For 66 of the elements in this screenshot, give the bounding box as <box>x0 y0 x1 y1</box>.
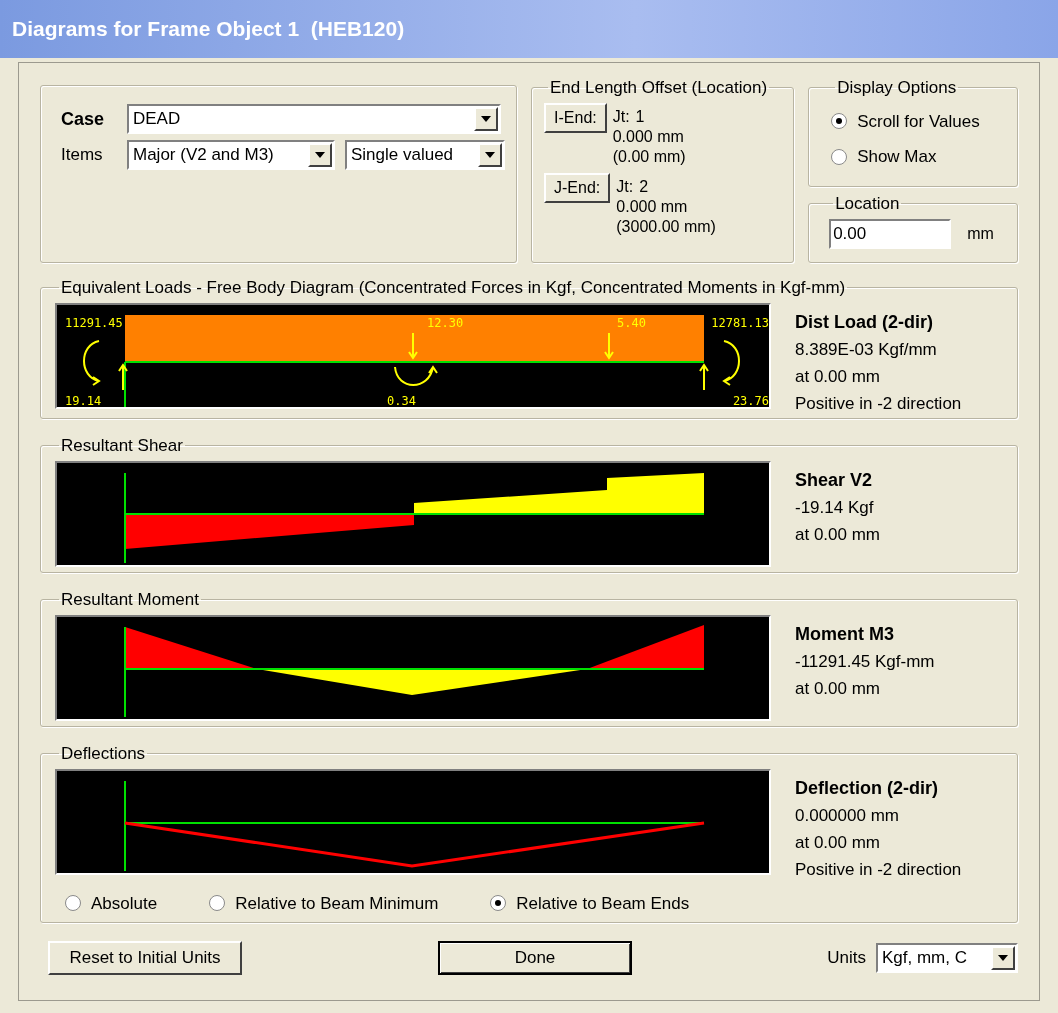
load-value: 11291.45 <box>65 315 123 330</box>
moment-arrow-icon <box>83 339 100 386</box>
load-value: 23.76 <box>732 393 769 408</box>
offset-value: 0.000 mm <box>616 196 689 217</box>
force-arrow-icon <box>604 331 614 360</box>
readout-value: at 0.00 mm <box>795 677 882 700</box>
dropdown[interactable]: Major (V2 and M3) <box>127 140 335 170</box>
readout-title: Shear V2 <box>795 468 874 492</box>
joint-label: Jt: <box>616 176 634 197</box>
readout-value: -19.14 Kgf <box>795 496 875 519</box>
radio-option[interactable]: Show Max <box>831 144 1017 170</box>
readout-value: at 0.00 mm <box>795 523 881 546</box>
load-value: 0.34 <box>387 393 416 408</box>
force-arrow-icon <box>699 362 709 391</box>
joint-number: 1 <box>635 106 645 127</box>
group-title: Location <box>834 193 901 215</box>
readout-title: Dist Load (2-dir) <box>795 310 934 334</box>
location-field[interactable]: 0.00 <box>829 218 952 249</box>
radio-option[interactable]: Relative to Beam Ends <box>490 890 690 916</box>
dropdown[interactable]: Kgf, mm, C <box>876 943 1018 973</box>
dropdown[interactable]: Single valued <box>345 140 505 170</box>
readout-value: at 0.00 mm <box>795 831 882 854</box>
load-value: 12.30 <box>427 315 464 330</box>
readout-value: Positive in -2 direction <box>795 858 962 881</box>
unit-label: mm <box>967 223 994 244</box>
readout-value: -11291.45 Kgf-mm <box>795 650 935 673</box>
dropdown-arrow-icon <box>315 152 325 158</box>
readout-value: at 0.00 mm <box>795 365 882 388</box>
group-title: Equivalent Loads - Free Body Diagram (Concentrated Forces in Kgf, Concentrated Moments in Kgf-mm) <box>60 277 847 299</box>
push-button[interactable]: I-End: <box>544 102 607 133</box>
radio-option[interactable]: Scroll for Values <box>831 108 1017 134</box>
push-button[interactable]: Reset to Initial Units <box>48 941 242 975</box>
readout-title: Moment M3 <box>795 622 895 646</box>
field-label: Items <box>61 144 104 167</box>
dropdown[interactable]: DEAD <box>127 104 501 134</box>
group-title: End Length Offset (Location) <box>549 77 769 99</box>
readout-value: 8.389E-03 Kgf/mm <box>795 338 938 361</box>
readout-value: Positive in -2 direction <box>795 392 962 415</box>
location-value: (0.00 mm) <box>612 146 686 167</box>
group-title: Display Options <box>836 77 958 99</box>
group-title: Deflections <box>60 743 147 765</box>
readout-value: 0.000000 mm <box>795 804 900 827</box>
push-button[interactable]: J-End: <box>544 172 611 203</box>
readout-title: Deflection (2-dir) <box>795 776 939 800</box>
location-value: (3000.00 mm) <box>616 216 716 237</box>
done-button[interactable]: Done <box>438 941 632 975</box>
dropdown-arrow-icon <box>481 116 491 122</box>
dropdown-arrow-icon <box>998 955 1008 961</box>
joint-label: Jt: <box>612 106 630 127</box>
radio-option[interactable]: Relative to Beam Minimum <box>209 890 439 916</box>
force-arrow-icon <box>408 331 418 360</box>
units-label: Units <box>827 947 866 970</box>
dropdown-arrow-icon <box>485 152 495 158</box>
group-title: Resultant Shear <box>60 435 184 457</box>
moment-arrow-icon <box>723 339 740 386</box>
offset-value: 0.000 mm <box>612 126 685 147</box>
force-arrow-icon <box>118 362 128 391</box>
group-title: Resultant Moment <box>60 589 200 611</box>
load-value: 5.40 <box>617 315 646 330</box>
joint-number: 2 <box>639 176 649 197</box>
field-label: Case <box>61 107 106 131</box>
load-value: 19.14 <box>65 393 102 408</box>
load-value: 12781.13 <box>711 315 769 330</box>
window-title: Diagrams for Frame Object 1 (HEB120) <box>12 16 405 43</box>
moment-arrow-icon <box>394 365 438 386</box>
radio-option[interactable]: Absolute <box>65 890 158 916</box>
